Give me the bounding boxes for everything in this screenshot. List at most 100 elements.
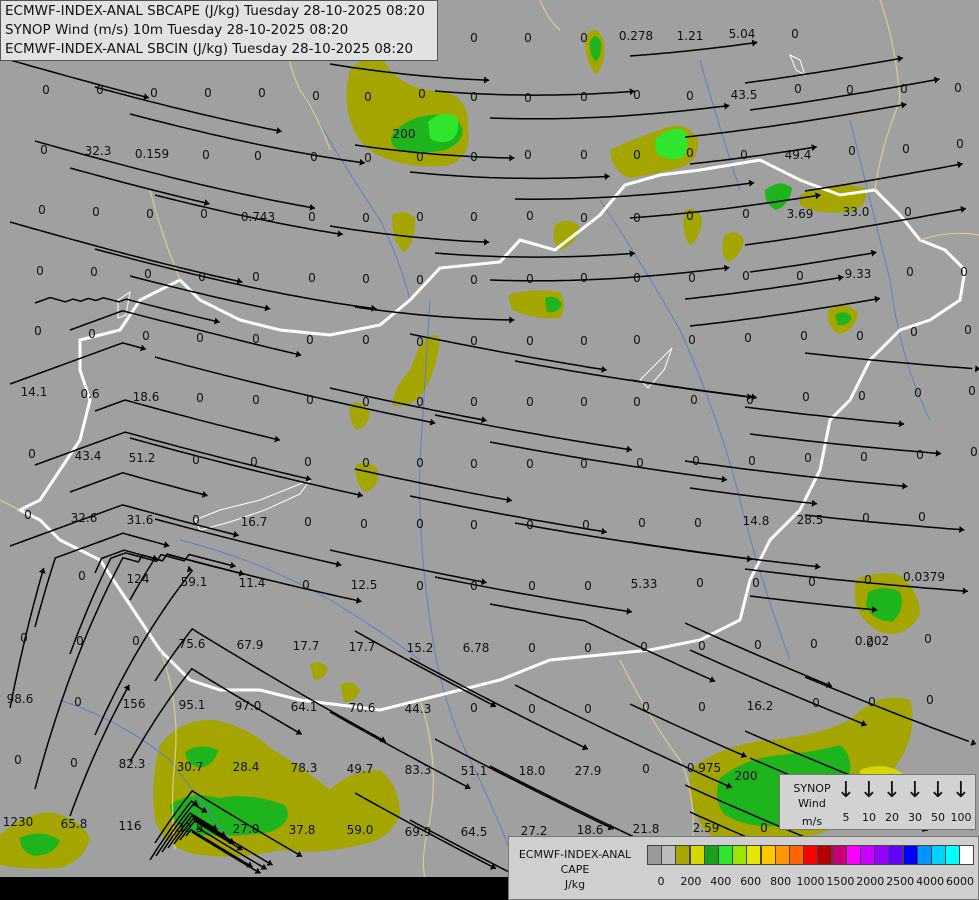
value-label: 0	[580, 395, 588, 409]
value-label: 0	[584, 702, 592, 716]
value-label: 15.2	[407, 641, 434, 655]
value-label: 0	[38, 203, 46, 217]
value-label: 0	[526, 272, 534, 286]
value-label: 0	[633, 211, 641, 225]
value-label: 0	[306, 393, 314, 407]
value-label: 0	[744, 331, 752, 345]
value-label: 0	[808, 575, 816, 589]
value-label: 0	[200, 207, 208, 221]
value-label: 0	[526, 518, 534, 532]
value-label: 0	[633, 148, 641, 162]
value-label: 0	[196, 331, 204, 345]
cape-legend-swatch	[789, 845, 804, 865]
value-label: 0	[692, 454, 700, 468]
value-label: 0	[258, 86, 266, 100]
value-label: 43.5	[731, 88, 758, 102]
value-label: 32.6	[71, 511, 98, 525]
value-label: 0	[36, 264, 44, 278]
weather-map: 0 0 0 0.278 1.21 5.04 0 0 0 0 0 0 0 0 0 0 0 0 0 0 43.5 0 0 0 0 0 3…	[0, 0, 979, 900]
value-label: 0	[524, 148, 532, 162]
cape-legend-swatch	[959, 845, 975, 865]
value-label: 1230	[3, 815, 34, 829]
value-label: 0	[362, 272, 370, 286]
value-label: 0	[580, 90, 588, 104]
value-label: 0	[308, 210, 316, 224]
cape-legend-swatch	[817, 845, 833, 865]
value-label: 14.8	[743, 514, 770, 528]
wind-legend-speed: 50	[931, 811, 945, 824]
value-label: 44.3	[405, 702, 432, 716]
wind-legend-arrow-icon: ↓	[905, 778, 925, 803]
value-label: 0	[196, 391, 204, 405]
value-label: 16.2	[747, 699, 774, 713]
value-label: 43.4	[75, 449, 102, 463]
value-label: 0	[580, 148, 588, 162]
value-label: 0	[742, 269, 750, 283]
value-label: 0	[580, 271, 588, 285]
value-label: 0	[360, 517, 368, 531]
value-label: 116	[119, 819, 142, 833]
cape-legend-title: ECMWF-INDEX-ANAL CAPE J/kg	[518, 848, 632, 891]
value-label: 51.2	[129, 451, 156, 465]
value-label: 0	[416, 150, 424, 164]
value-label: 0	[470, 457, 478, 471]
value-label: 69.9	[405, 825, 432, 839]
value-label: 0	[796, 269, 804, 283]
value-label: 64.5	[461, 825, 488, 839]
value-label: 78.3	[291, 761, 318, 775]
value-label: 0	[794, 82, 802, 96]
value-label: 0	[88, 327, 96, 341]
value-label: 65.8	[61, 817, 88, 831]
value-label: 5.04	[729, 27, 756, 41]
value-label: 0	[146, 207, 154, 221]
value-label: 0	[250, 455, 258, 469]
value-label: 200	[393, 127, 416, 141]
value-label: 0	[302, 578, 310, 592]
value-label: 0	[198, 270, 206, 284]
cape-legend-swatch	[661, 845, 677, 865]
value-label: 0	[416, 273, 424, 287]
value-label: 0	[204, 86, 212, 100]
value-label: 0	[760, 821, 768, 835]
value-label: 0.975	[687, 761, 721, 775]
value-label: 0	[78, 569, 86, 583]
value-label: 0	[416, 335, 424, 349]
value-label: 11.4	[239, 576, 266, 590]
value-label: 0	[686, 89, 694, 103]
cape-legend-swatch	[774, 845, 790, 865]
value-label: 0	[252, 270, 260, 284]
cape-legend-tick: 6000	[946, 875, 974, 888]
cape-legend: ECMWF-INDEX-ANAL CAPE J/kg 0 200 400 600 800…	[508, 836, 979, 900]
value-label: 0	[918, 510, 926, 524]
value-label: 27.0	[233, 822, 260, 836]
value-label: 59.1	[181, 575, 208, 589]
value-label: 0	[364, 90, 372, 104]
value-label: 0	[580, 31, 588, 45]
header-line-wind: SYNOP Wind (m/s) 10m Tuesday 28-10-2025 …	[5, 22, 349, 38]
value-label: 0	[970, 445, 978, 459]
value-label: 0	[526, 395, 534, 409]
cape-legend-swatch	[845, 845, 861, 865]
value-label: 0	[800, 329, 808, 343]
value-label: 32.3	[85, 144, 112, 158]
map-header: ECMWF-INDEX-ANAL SBCAPE (J/kg) Tuesday 2…	[0, 0, 438, 61]
value-label: 0	[698, 700, 706, 714]
value-label: 0	[526, 334, 534, 348]
value-label: 0	[132, 634, 140, 648]
value-label: 0	[580, 457, 588, 471]
value-label: 0	[688, 271, 696, 285]
value-label: 0	[76, 634, 84, 648]
value-label: 0	[864, 573, 872, 587]
value-label: 0	[926, 693, 934, 707]
value-label: 97.0	[235, 699, 262, 713]
cape-area-north-center-peak	[428, 114, 459, 143]
value-label: 0	[416, 456, 424, 470]
value-label: 0.743	[241, 210, 275, 224]
value-label: 0	[528, 579, 536, 593]
value-label: 0	[642, 700, 650, 714]
value-label: 0	[900, 82, 908, 96]
value-label: 0	[74, 695, 82, 709]
value-label: 0	[964, 323, 972, 337]
wind-legend-arrow-icon: ↓	[882, 778, 902, 803]
value-label: 0	[416, 395, 424, 409]
